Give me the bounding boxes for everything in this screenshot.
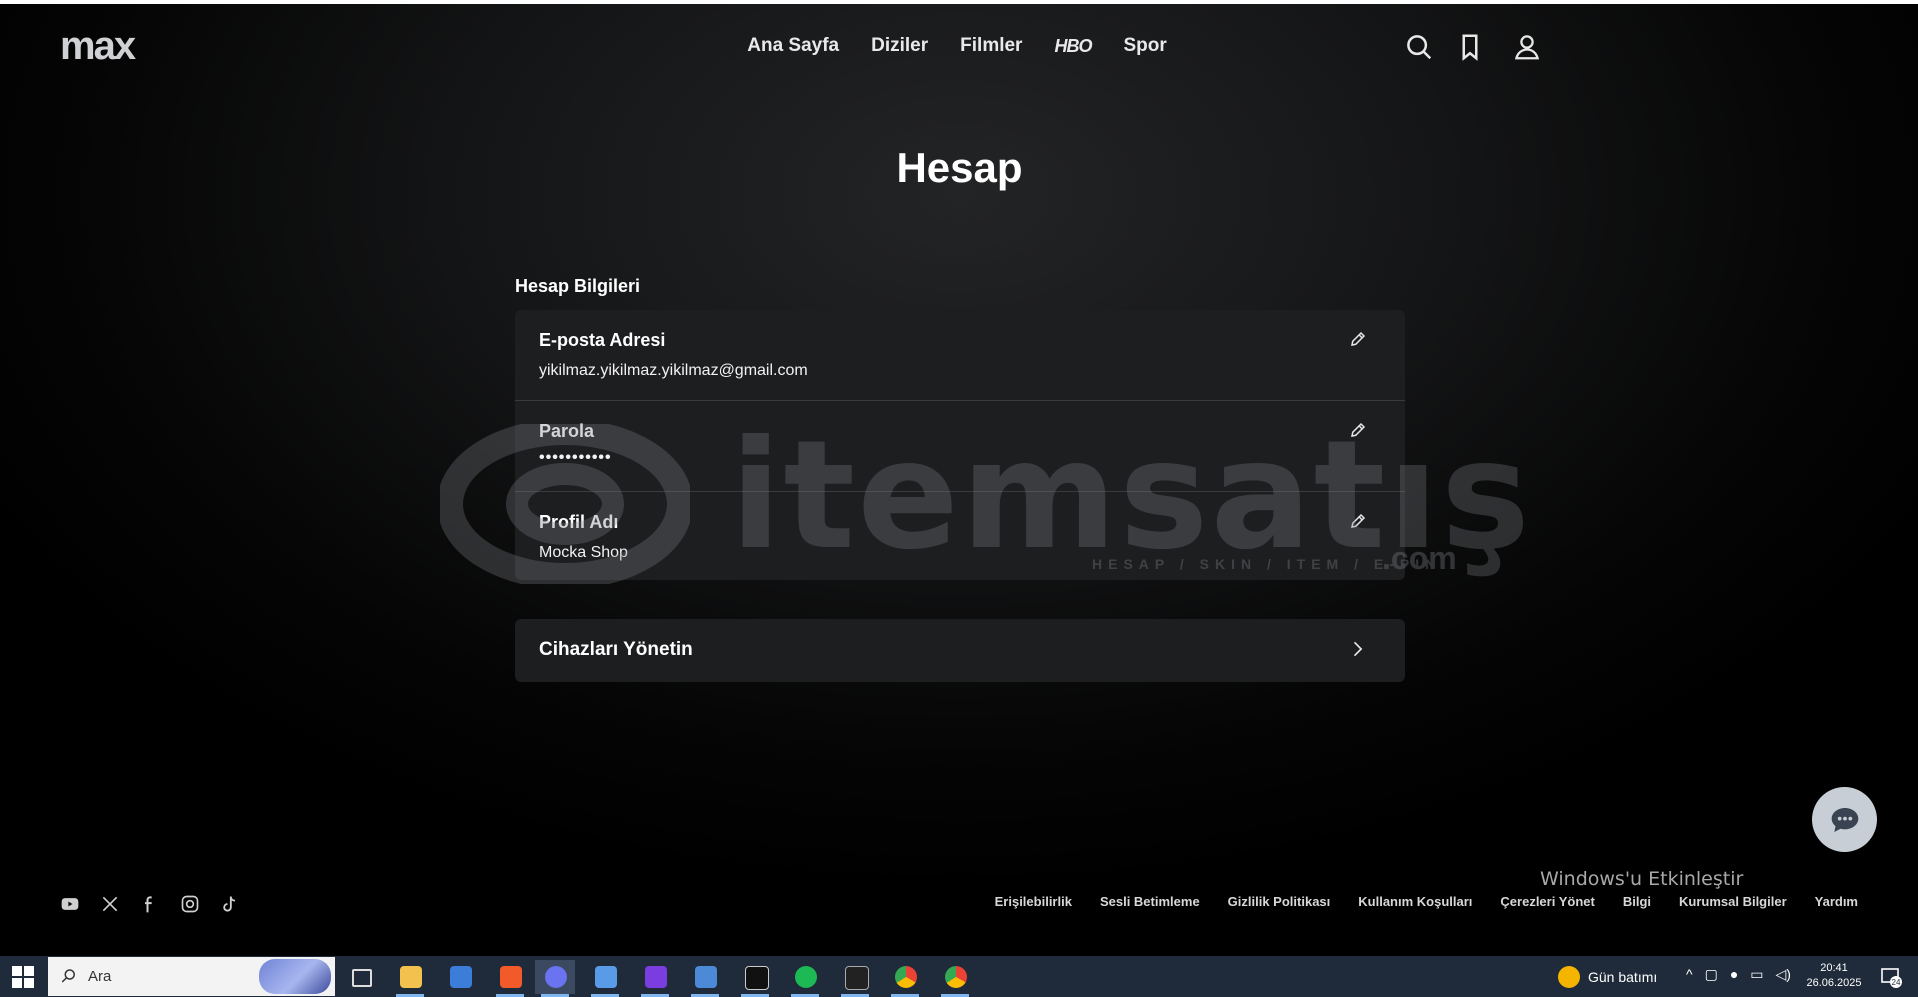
- task-view-icon[interactable]: [340, 960, 380, 994]
- facebook-icon[interactable]: [140, 894, 160, 914]
- chat-bubble-icon: [1831, 808, 1859, 832]
- email-label: E-posta Adresi: [539, 330, 666, 350]
- app-icon-1[interactable]: [585, 960, 625, 997]
- footer-link-audio-description[interactable]: Sesli Betimleme: [1100, 894, 1200, 909]
- profile-icon[interactable]: [1512, 32, 1542, 62]
- profile-name-value: Mocka Shop: [539, 544, 628, 561]
- jetbrains-icon[interactable]: [635, 960, 675, 997]
- file-explorer-icon[interactable]: [390, 960, 430, 997]
- network-icon[interactable]: ▭: [1750, 966, 1763, 983]
- store-icon[interactable]: [440, 960, 480, 994]
- notifications-icon[interactable]: 24: [1880, 966, 1902, 988]
- spotify-icon[interactable]: [785, 960, 825, 997]
- main-nav: Ana Sayfa Diziler Filmler HBO Spor: [0, 32, 1918, 60]
- microphone-icon[interactable]: ●: [1730, 966, 1738, 983]
- footer-link-info[interactable]: Bilgi: [1623, 894, 1651, 909]
- app-icon-2[interactable]: [685, 960, 725, 997]
- taskbar-clock[interactable]: 20:41 26.06.2025: [1806, 961, 1862, 991]
- footer-link-cookies[interactable]: Çerezleri Yönet: [1500, 894, 1594, 909]
- system-tray: ^ ▢ ● ▭ ◁): [1686, 966, 1791, 983]
- clock-date: 26.06.2025: [1806, 977, 1862, 989]
- nav-movies[interactable]: Filmler: [960, 32, 1022, 60]
- section-title: Hesap Bilgileri: [515, 276, 641, 296]
- search-icon: [60, 967, 78, 985]
- footer-link-corporate[interactable]: Kurumsal Bilgiler: [1679, 894, 1787, 909]
- x-icon[interactable]: [100, 894, 120, 914]
- chrome-profile-icon[interactable]: [935, 960, 975, 997]
- footer-links: Erişilebilirlik Sesli Betimleme Gizlilik…: [995, 894, 1858, 909]
- windows-taskbar: Ara Gün batımı ^ ▢ ● ▭ ◁) 20:41 26.06.20…: [0, 956, 1918, 997]
- terminal-icon[interactable]: [735, 960, 775, 997]
- chat-button[interactable]: [1812, 787, 1877, 852]
- volume-icon[interactable]: ◁): [1776, 966, 1791, 983]
- app-icon-3[interactable]: [835, 960, 875, 997]
- social-links: [60, 894, 240, 914]
- manage-devices-button[interactable]: Cihazları Yönetin: [515, 619, 1405, 682]
- chevron-up-icon[interactable]: ^: [1686, 966, 1693, 983]
- max-account-page: max Ana Sayfa Diziler Filmler HBO Spor H…: [0, 4, 1918, 956]
- weather-text: Gün batımı: [1588, 969, 1658, 985]
- nav-series[interactable]: Diziler: [871, 32, 928, 60]
- chevron-right-icon: [1347, 639, 1367, 661]
- nav-sports[interactable]: Spor: [1123, 32, 1166, 60]
- password-row: Parola •••••••••••: [515, 401, 1405, 492]
- manage-devices-label: Cihazları Yönetin: [539, 639, 693, 660]
- footer-link-privacy[interactable]: Gizlilik Politikası: [1228, 894, 1331, 909]
- taskbar-search-input[interactable]: Ara: [48, 957, 335, 996]
- footer-link-terms[interactable]: Kullanım Koşulları: [1358, 894, 1472, 909]
- profile-name-label: Profil Adı: [539, 512, 619, 532]
- notification-count: 24: [1892, 978, 1901, 987]
- instagram-icon[interactable]: [180, 894, 200, 914]
- profile-name-row: Profil Adı Mocka Shop: [515, 492, 1405, 582]
- email-value: yikilmaz.yikilmaz.yikilmaz@gmail.com: [539, 362, 808, 379]
- password-value: •••••••••••: [539, 449, 612, 466]
- search-icon[interactable]: [1404, 32, 1434, 62]
- password-label: Parola: [539, 421, 595, 441]
- discord-icon[interactable]: [535, 960, 575, 997]
- tiktok-icon[interactable]: [220, 894, 240, 914]
- nav-hbo[interactable]: HBO: [1054, 32, 1092, 60]
- nav-home[interactable]: Ana Sayfa: [747, 32, 839, 60]
- email-row: E-posta Adresi yikilmaz.yikilmaz.yikilma…: [515, 310, 1405, 401]
- sunset-icon: [1558, 966, 1580, 988]
- clock-time: 20:41: [1820, 962, 1848, 974]
- bookmark-icon[interactable]: [1455, 32, 1485, 62]
- edit-email-icon[interactable]: [1349, 330, 1367, 348]
- search-highlight-image: [259, 959, 331, 994]
- weather-widget[interactable]: Gün batımı: [1558, 966, 1657, 988]
- footer-link-accessibility[interactable]: Erişilebilirlik: [995, 894, 1072, 909]
- windows-activation-title: Windows'u Etkinleştir: [1540, 868, 1744, 890]
- brave-browser-icon[interactable]: [490, 960, 530, 997]
- page-title: Hesap: [896, 144, 1023, 191]
- chrome-icon[interactable]: [885, 960, 925, 997]
- windows-start-icon[interactable]: [12, 966, 34, 988]
- footer-link-help[interactable]: Yardım: [1815, 894, 1858, 909]
- edit-profile-name-icon[interactable]: [1349, 512, 1367, 530]
- youtube-icon[interactable]: [60, 894, 80, 914]
- meet-icon[interactable]: ▢: [1705, 966, 1718, 983]
- edit-password-icon[interactable]: [1349, 421, 1367, 439]
- taskbar-search-placeholder: Ara: [88, 968, 112, 985]
- account-info-card: E-posta Adresi yikilmaz.yikilmaz.yikilma…: [515, 310, 1405, 580]
